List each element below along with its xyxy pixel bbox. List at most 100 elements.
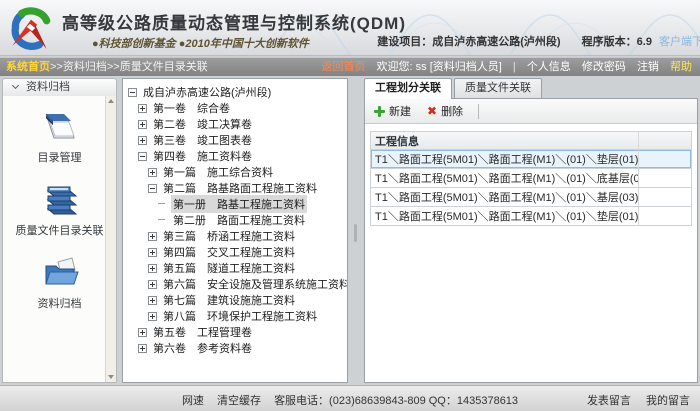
table-cell-project-info: T1＼路面工程(5M01)＼路面工程(M1)＼(01)＼底基层(02) [371, 169, 639, 187]
sidebar-item-label: 质量文件目录关联 [3, 222, 116, 238]
tree-toggle-icon[interactable] [138, 152, 147, 161]
table-cell-empty [639, 150, 691, 168]
grid-header-row: 工程信息 [370, 131, 692, 150]
table-row[interactable]: T1＼路面工程(5M01)＼路面工程(M1)＼(01)＼垫层(01) [370, 207, 692, 226]
header-subtitle: ●科技部创新基金 ●2010年中国十大创新软件 [92, 35, 309, 51]
return-home-link[interactable]: 返回首页 [321, 61, 365, 73]
tree-node[interactable]: 第一册 路基工程施工资料 [123, 196, 347, 212]
client-download-link[interactable]: 客户端下载 [659, 36, 700, 48]
grid-header-empty [639, 132, 691, 149]
tree-node[interactable]: 第五卷 工程管理卷 [123, 324, 347, 340]
net-speed-link[interactable]: 网速 [182, 395, 204, 407]
tree-node[interactable]: 第六卷 参考资料卷 [123, 340, 347, 356]
tree-node[interactable]: 第二卷 竣工决算卷 [123, 116, 347, 132]
tree-node[interactable]: 第五篇 隧道工程施工资料 [123, 260, 347, 276]
toolbar-separator [478, 104, 479, 119]
tab-content: 新建 ✖ 删除 工程信息 T1＼路面工程(5M01)＼路面工程(M1)＼(01)… [364, 98, 698, 383]
tab-quality-file-link[interactable]: 质量文件关联 [454, 78, 542, 98]
help-link[interactable]: 帮助 [670, 61, 692, 73]
scroll-down-icon[interactable] [106, 371, 117, 382]
sidebar-header[interactable]: 资料归档 [2, 78, 117, 97]
tree-toggle-icon[interactable] [148, 280, 157, 289]
welcome-text: 欢迎您: ss [资料归档人员] [377, 61, 502, 73]
tree-toggle-icon[interactable] [148, 264, 157, 273]
tree-toggle-icon[interactable] [138, 344, 147, 353]
table-cell-empty [639, 169, 691, 187]
tree-node[interactable]: 第一篇 施工综合资料 [123, 164, 347, 180]
logout-link[interactable]: 注销 [637, 61, 659, 73]
tree-node[interactable]: 第四卷 施工资料卷 [123, 148, 347, 164]
tree-node[interactable]: 第四篇 交叉工程施工资料 [123, 244, 347, 260]
tree-node-label: 第六卷 参考资料卷 [151, 339, 254, 357]
project-label: 建设项目：成自泸赤高速公路(泸州段) [377, 36, 560, 48]
change-password-link[interactable]: 修改密码 [582, 61, 626, 73]
tree-node[interactable]: 第七篇 建筑设施施工资料 [123, 292, 347, 308]
delete-button[interactable]: ✖ 删除 [424, 102, 466, 120]
tree-toggle-icon[interactable] [148, 184, 157, 193]
tree-toggle-icon[interactable] [138, 136, 147, 145]
tree-toggle-icon[interactable] [138, 104, 147, 113]
my-message-link[interactable]: 我的留言 [646, 395, 690, 407]
tree-node[interactable]: 第三篇 桥涵工程施工资料 [123, 228, 347, 244]
toolbar: 新建 ✖ 删除 [365, 99, 697, 124]
sidebar-item-label: 目录管理 [3, 149, 116, 165]
catalog-tree: 成自泸赤高速公路(泸州段) 第一卷 综合卷 第二卷 竣工决算卷 第三卷 竣工图表… [122, 78, 348, 383]
tree-node[interactable]: 第六篇 安全设施及管理系统施工资料 [123, 276, 347, 292]
tree-node[interactable]: 第二册 路面工程施工资料 [123, 212, 347, 228]
new-button[interactable]: 新建 [371, 102, 414, 120]
app-logo-icon [5, 3, 55, 53]
table-cell-project-info: T1＼路面工程(5M01)＼路面工程(M1)＼(01)＼垫层(01) [371, 207, 639, 225]
service-phone-text: 客服电话：(023)68639843-809 QQ：1435378613 [274, 395, 518, 407]
tree-toggle-icon[interactable] [148, 248, 157, 257]
tree-node[interactable]: 第三卷 竣工图表卷 [123, 132, 347, 148]
breadcrumb: 系统首页>>资料归档>>质量文件目录关联 [6, 58, 208, 76]
sidebar-item-quality-file-catalog-link[interactable]: 质量文件目录关联 [3, 181, 116, 238]
header-project-info: 建设项目：成自泸赤高速公路(泸州段) 程序版本：6.9 客户端下载 [377, 33, 700, 49]
tree-node[interactable]: 第一卷 综合卷 [123, 100, 347, 116]
clear-cache-link[interactable]: 清空缓存 [217, 395, 261, 407]
tree-toggle-icon[interactable] [148, 296, 157, 305]
notebook-icon [38, 108, 82, 146]
tab-project-division-link[interactable]: 工程划分关联 [364, 78, 452, 99]
breadcrumb-path: >>资料归档>>质量文件目录关联 [50, 61, 208, 73]
sidebar-scrollbar[interactable] [105, 96, 116, 382]
tree-toggle-icon[interactable] [138, 120, 147, 129]
tree-toggle-icon[interactable] [128, 88, 137, 97]
tree-toggle-icon[interactable] [158, 200, 167, 209]
table-cell-empty [639, 188, 691, 206]
version-label: 程序版本：6.9 [582, 36, 652, 48]
folder-icon [38, 254, 82, 292]
app-header: 高等级公路质量动态管理与控制系统(QDM) ●科技部创新基金 ●2010年中国十… [0, 0, 700, 56]
tree-toggle-icon[interactable] [148, 232, 157, 241]
tree-toggle-icon[interactable] [148, 168, 157, 177]
tree-toggle-icon[interactable] [148, 312, 157, 321]
scroll-up-icon[interactable] [106, 96, 117, 107]
tree-node[interactable]: 第八篇 环境保护工程施工资料 [123, 308, 347, 324]
table-cell-project-info: T1＼路面工程(5M01)＼路面工程(M1)＼(01)＼垫层(01) [371, 150, 639, 168]
splitter-grip-icon [354, 224, 357, 242]
delete-x-icon: ✖ [427, 106, 437, 117]
table-row[interactable]: T1＼路面工程(5M01)＼路面工程(M1)＼(01)＼底基层(02) [370, 169, 692, 188]
project-info-grid: 工程信息 T1＼路面工程(5M01)＼路面工程(M1)＼(01)＼垫层(01) … [370, 131, 692, 226]
navbar: 系统首页>>资料归档>>质量文件目录关联 返回首页 欢迎您: ss [资料归档人… [0, 57, 700, 76]
table-row[interactable]: T1＼路面工程(5M01)＼路面工程(M1)＼(01)＼垫层(01) [370, 150, 692, 169]
grid-header-project-info: 工程信息 [371, 132, 639, 149]
sidebar-item-archive[interactable]: 资料归档 [3, 254, 116, 311]
tree-toggle-icon[interactable] [158, 216, 167, 225]
table-row[interactable]: T1＼路面工程(5M01)＼路面工程(M1)＼(01)＼基层(03) [370, 188, 692, 207]
association-panel: 工程划分关联质量文件关联 新建 ✖ 删除 工程信息 T1＼ [364, 78, 698, 383]
chevron-down-icon [12, 82, 19, 89]
tree-node[interactable]: 第二篇 路基路面工程施工资料 [123, 180, 347, 196]
tree-node[interactable]: 成自泸赤高速公路(泸州段) [123, 84, 347, 100]
breadcrumb-home-link[interactable]: 系统首页 [6, 61, 50, 73]
panel-splitter[interactable] [350, 78, 362, 383]
plus-icon [374, 106, 385, 117]
app-window: 高等级公路质量动态管理与控制系统(QDM) ●科技部创新基金 ●2010年中国十… [0, 0, 700, 411]
table-cell-project-info: T1＼路面工程(5M01)＼路面工程(M1)＼(01)＼基层(03) [371, 188, 639, 206]
sidebar-item-catalog-management[interactable]: 目录管理 [3, 108, 116, 165]
profile-link[interactable]: 个人信息 [527, 61, 571, 73]
post-message-link[interactable]: 发表留言 [587, 395, 631, 407]
sidebar: 目录管理 质量文件目录关联 [2, 96, 117, 383]
footer: 网速 清空缓存 客服电话：(023)68639843-809 QQ：143537… [0, 385, 700, 411]
tree-toggle-icon[interactable] [138, 328, 147, 337]
